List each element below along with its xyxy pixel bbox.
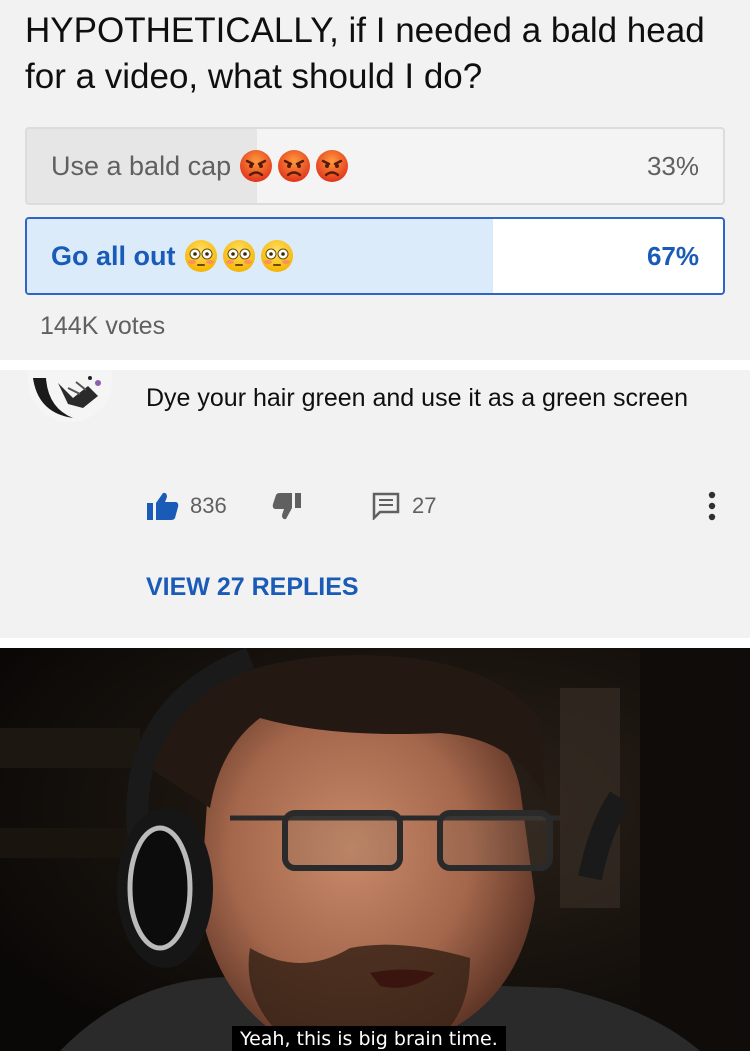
poll-option-percent: 33% bbox=[646, 150, 699, 181]
view-replies-link[interactable]: VIEW 27 REPLIES bbox=[146, 573, 359, 602]
avatar[interactable] bbox=[28, 370, 112, 422]
poll-vote-count: 144K votes bbox=[40, 312, 166, 340]
comment-icon bbox=[372, 492, 400, 520]
comment-card: Dye your hair green and use it as a gree… bbox=[0, 370, 750, 638]
thumbs-up-icon bbox=[147, 492, 179, 520]
subtitle-caption: Yeah, this is big brain time. bbox=[232, 1026, 506, 1051]
comment-actions: 836 27 bbox=[146, 488, 736, 524]
poll-question: HYPOTHETICALLY, if I needed a bald head … bbox=[25, 11, 705, 96]
angry-face-icon bbox=[240, 150, 273, 182]
thumbs-down-icon bbox=[272, 493, 301, 520]
poll-option-bald-cap[interactable]: Use a bald cap 33% bbox=[25, 127, 725, 205]
poll-option-label: Use a bald cap bbox=[51, 150, 232, 181]
comment-text: Dye your hair green and use it as a gree… bbox=[146, 384, 688, 412]
divider bbox=[0, 638, 750, 648]
flushed-face-icon bbox=[184, 240, 217, 272]
like-button[interactable]: 836 bbox=[146, 488, 227, 524]
flushed-face-icon bbox=[222, 240, 255, 272]
more-vert-icon bbox=[708, 491, 716, 521]
more-options-button[interactable] bbox=[702, 488, 722, 524]
dislike-button[interactable] bbox=[272, 488, 302, 524]
angry-face-icon bbox=[278, 150, 311, 182]
flushed-emojis bbox=[184, 239, 294, 273]
avatar-image bbox=[28, 370, 112, 422]
angry-emojis bbox=[239, 149, 349, 183]
poll-option-label: Go all out bbox=[51, 240, 176, 271]
poll-card: HYPOTHETICALLY, if I needed a bald head … bbox=[0, 0, 750, 360]
angry-face-icon bbox=[316, 150, 349, 182]
poll-option-go-all-out[interactable]: Go all out 67% bbox=[25, 217, 725, 295]
flushed-face-icon bbox=[260, 240, 293, 272]
divider bbox=[0, 360, 750, 370]
like-count: 836 bbox=[190, 493, 227, 518]
man-with-headphones-illustration bbox=[0, 648, 750, 1051]
reply-count: 27 bbox=[412, 493, 437, 518]
meme-image: Yeah, this is big brain time. bbox=[0, 648, 750, 1051]
reply-button[interactable]: 27 bbox=[372, 488, 436, 524]
poll-option-percent: 67% bbox=[646, 240, 699, 271]
